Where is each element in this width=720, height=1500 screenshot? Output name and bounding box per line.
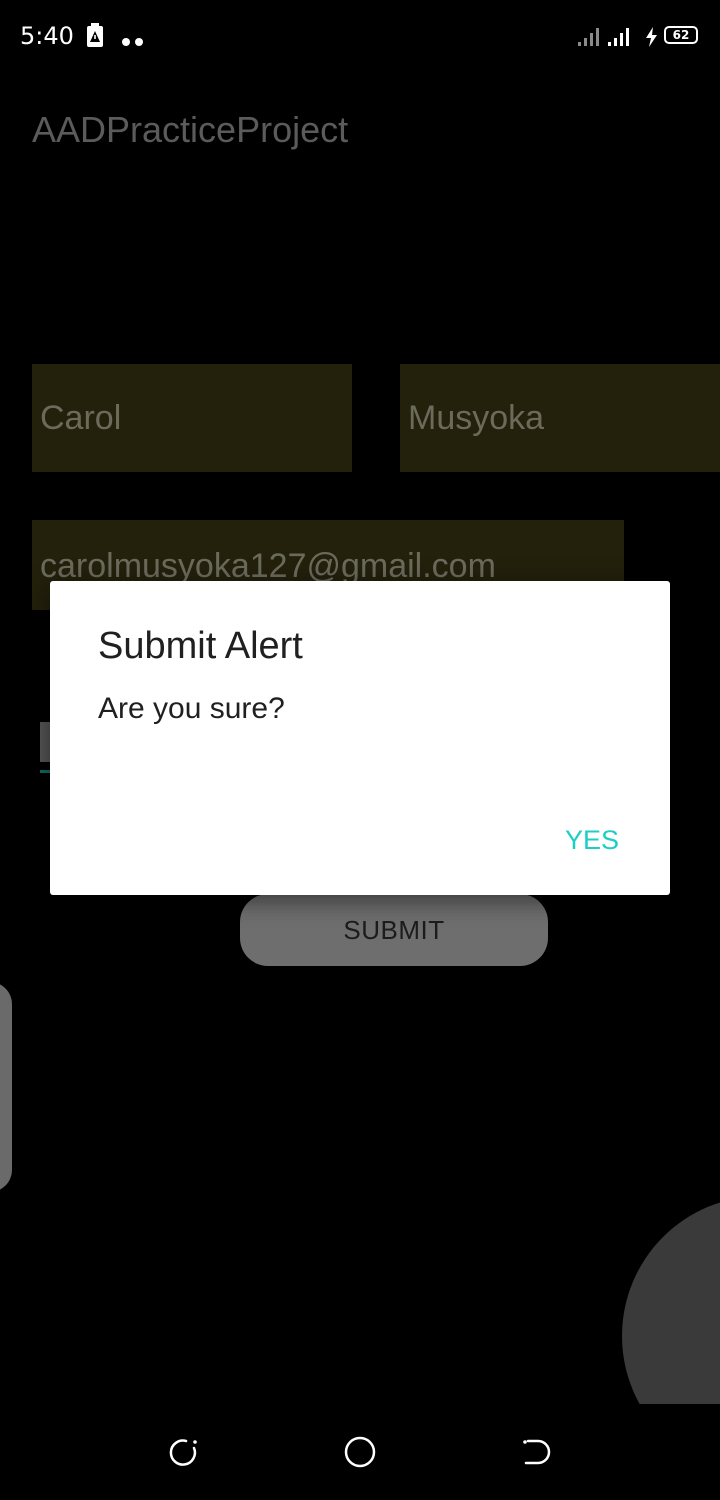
screen: 5:40 62 AADPracticeProject Carol Musyoka	[0, 0, 720, 1500]
floating-assistive-button[interactable]	[622, 1196, 720, 1404]
yes-button[interactable]: YES	[538, 809, 646, 871]
recent-apps-icon[interactable]	[160, 1428, 208, 1476]
home-icon[interactable]	[336, 1428, 384, 1476]
dialog-message: Are you sure?	[98, 692, 285, 725]
alert-dialog: Submit Alert Are you sure? YES	[50, 581, 670, 895]
dialog-title: Submit Alert	[98, 625, 303, 667]
navigation-bar	[0, 1404, 720, 1500]
back-icon[interactable]	[512, 1428, 560, 1476]
